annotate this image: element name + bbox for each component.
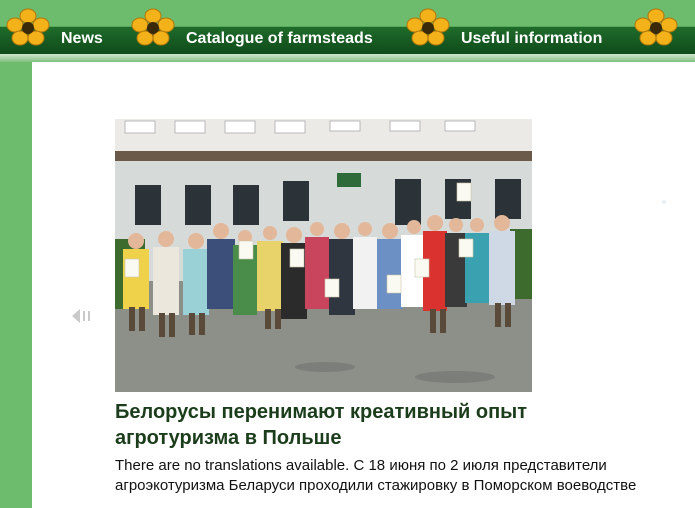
left-sidebar	[0, 62, 32, 508]
top-navigation: News Catalogue of farmsteads Useful info…	[0, 0, 695, 62]
article-title[interactable]: Белорусы перенимают креативный опыт агро…	[115, 399, 655, 451]
group-photo-illustration	[115, 119, 532, 392]
flower-icon	[634, 8, 678, 46]
flower-icon	[406, 8, 450, 46]
flower-icon	[131, 8, 175, 46]
flower-icon	[6, 8, 50, 46]
article-photo[interactable]	[115, 119, 532, 392]
slider-indicator	[662, 200, 666, 204]
article-teaser: There are no translations available. С 1…	[115, 457, 637, 494]
nav-link-useful-information[interactable]: Useful information	[461, 29, 602, 49]
nav-link-news[interactable]: News	[61, 29, 103, 49]
nav-underline	[0, 54, 695, 62]
nav-link-catalogue[interactable]: Catalogue of farmsteads	[186, 29, 373, 49]
slider-prev-icon[interactable]	[72, 308, 94, 324]
